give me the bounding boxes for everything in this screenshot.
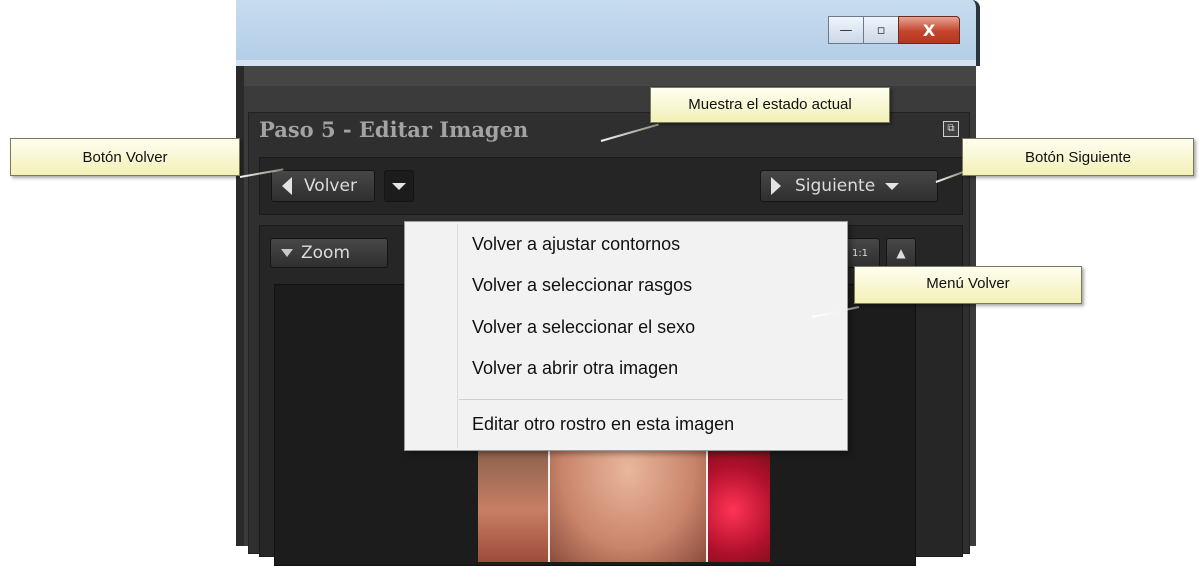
photo-face: [547, 432, 709, 562]
panel-title: Paso 5 - Editar Imagen: [259, 117, 529, 142]
menu-item-select-features[interactable]: Volver a seleccionar rasgos: [472, 275, 692, 296]
menu-gutter: [457, 224, 458, 448]
expand-button[interactable]: ▲: [886, 238, 916, 268]
next-button[interactable]: Siguiente: [760, 170, 938, 202]
menu-item-edit-other-face[interactable]: Editar otro rostro en esta imagen: [472, 414, 734, 435]
zoom-button-label: Zoom: [301, 243, 351, 263]
arrow-up-icon: ▲: [896, 246, 906, 260]
menu-item-select-sex[interactable]: Volver a seleccionar el sexo: [472, 317, 695, 338]
photo-left: [478, 432, 548, 562]
window-controls: — ▫ X: [828, 16, 960, 44]
navigation-bar: Volver Siguiente: [259, 157, 963, 215]
chevron-down-icon: [392, 182, 406, 190]
menu-item-open-image[interactable]: Volver a abrir otra imagen: [472, 358, 678, 379]
restore-window-icon[interactable]: ⧉: [943, 121, 959, 137]
photo-right: [708, 432, 770, 562]
callout-back-menu: Menú Volver: [854, 266, 1082, 304]
title-bar: — ▫ X: [236, 0, 980, 66]
back-button-label: Volver: [304, 176, 357, 196]
top-strip: [244, 66, 976, 86]
menu-separator: [459, 399, 843, 400]
minimize-icon: —: [839, 22, 853, 38]
close-button[interactable]: X: [898, 16, 960, 44]
chevron-down-icon: [885, 182, 900, 190]
back-menu: Volver a ajustar contornos Volver a sele…: [404, 221, 848, 451]
callout-next-button: Botón Siguiente: [962, 138, 1194, 176]
callout-state: Muestra el estado actual: [650, 87, 890, 123]
next-button-label: Siguiente: [795, 176, 876, 196]
triangle-down-icon: [281, 249, 293, 257]
arrow-left-icon: [282, 177, 292, 195]
arrow-right-icon: [771, 177, 781, 195]
back-button[interactable]: Volver: [271, 170, 375, 202]
maximize-icon: ▫: [876, 22, 886, 38]
maximize-button[interactable]: ▫: [863, 16, 899, 44]
back-menu-button[interactable]: [384, 170, 414, 202]
menu-item-adjust-contours[interactable]: Volver a ajustar contornos: [472, 234, 680, 255]
minimize-button[interactable]: —: [828, 16, 864, 44]
close-icon: X: [922, 20, 936, 40]
one-to-one-label: 1:1: [851, 247, 869, 259]
callout-back-button: Botón Volver: [10, 138, 240, 176]
photo-preview: [478, 432, 770, 562]
zoom-button[interactable]: Zoom: [270, 238, 388, 268]
